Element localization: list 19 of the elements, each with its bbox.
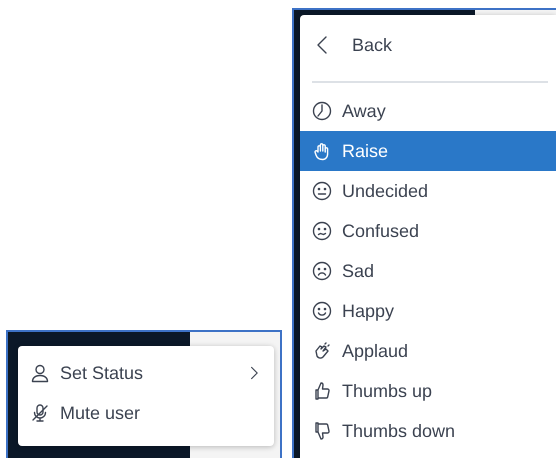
status-option[interactable]: Applaud xyxy=(300,331,556,371)
status-option[interactable]: Thumbs up xyxy=(300,371,556,411)
status-option[interactable]: Happy xyxy=(300,291,556,331)
status-option[interactable]: Thumbs down xyxy=(300,411,556,451)
status-option[interactable]: Sad xyxy=(300,251,556,291)
sad-face-icon xyxy=(312,261,332,281)
status-option[interactable]: Raise xyxy=(300,131,556,171)
smiling-face-icon xyxy=(312,301,332,321)
menu-item[interactable]: Set Status xyxy=(18,353,274,393)
status-option[interactable]: Undecided xyxy=(300,171,556,211)
menu-item[interactable]: Mute user xyxy=(18,393,274,433)
muted-microphone-icon xyxy=(30,403,50,423)
back-button[interactable]: Back xyxy=(300,17,556,73)
status-option[interactable]: Confused xyxy=(300,211,556,251)
status-option[interactable]: Away xyxy=(300,91,556,131)
person-icon xyxy=(30,363,50,383)
neutral-face-icon xyxy=(312,181,332,201)
confused-face-icon xyxy=(312,221,332,241)
clock-icon xyxy=(312,101,332,121)
